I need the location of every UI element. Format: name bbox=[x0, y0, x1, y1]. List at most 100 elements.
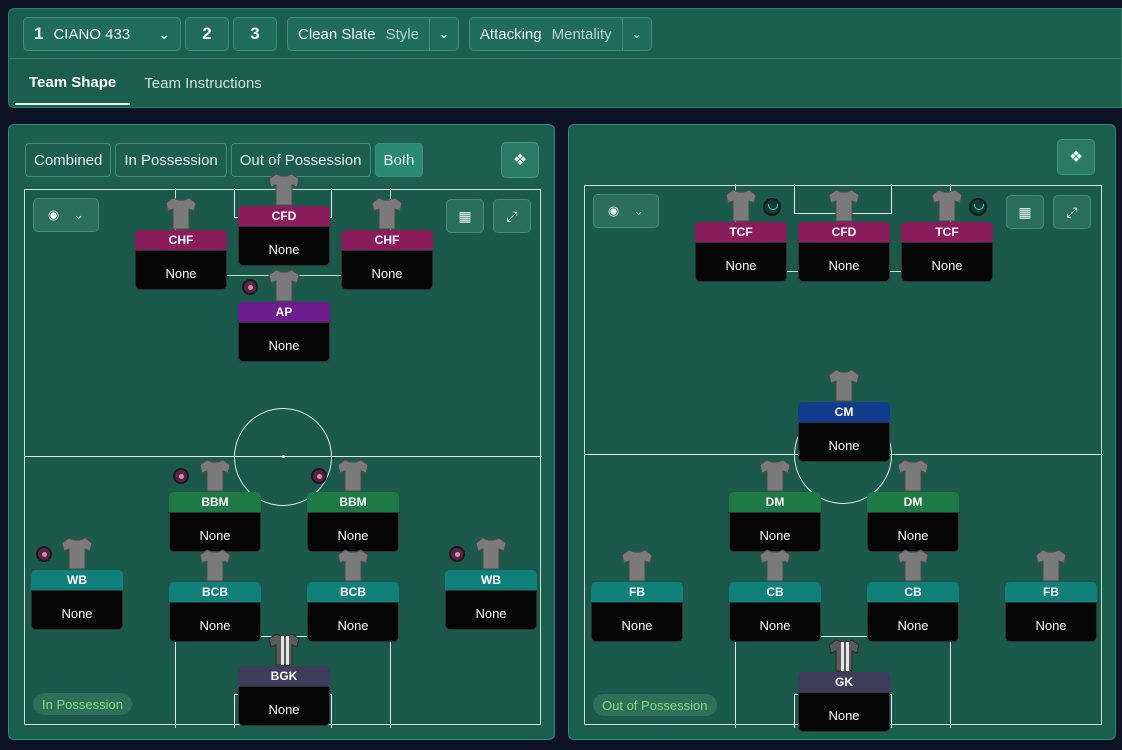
player-card-gk[interactable]: GK None bbox=[798, 639, 890, 732]
duty-indicator-icon bbox=[969, 198, 987, 216]
role-label: AP bbox=[238, 302, 330, 322]
player-card-cb-left[interactable]: CB None bbox=[729, 549, 821, 642]
shirt-icon bbox=[725, 189, 757, 222]
player-name: None bbox=[867, 512, 959, 552]
phase-badge-in-possession: In Possession bbox=[33, 693, 132, 715]
role-label: BBM bbox=[169, 492, 261, 512]
role-label: BBM bbox=[307, 492, 399, 512]
view-mode-bar: Combined In Possession Out of Possession… bbox=[25, 143, 424, 177]
goalkeeper-shirt-icon bbox=[828, 639, 860, 672]
player-name: None bbox=[729, 512, 821, 552]
player-card-ap[interactable]: AP None bbox=[238, 269, 330, 362]
role-label: CHF bbox=[341, 230, 433, 250]
grid-view-icon[interactable]: ▦ bbox=[1006, 195, 1044, 229]
player-name: None bbox=[591, 602, 683, 642]
style-dropdown[interactable]: Clean Slate Style ⌄ bbox=[287, 17, 459, 51]
player-card-cfd[interactable]: CFD None bbox=[238, 173, 330, 266]
player-card-fb-left[interactable]: FB None bbox=[591, 549, 683, 642]
player-card-fb-right[interactable]: FB None bbox=[1005, 549, 1097, 642]
player-name: None bbox=[798, 692, 890, 732]
role-label: TCF bbox=[901, 222, 993, 242]
goalkeeper-shirt-icon bbox=[268, 633, 300, 666]
eye-icon: ◉ bbox=[47, 207, 60, 222]
duty-indicator-icon bbox=[763, 198, 781, 216]
mode-in-possession-button[interactable]: In Possession bbox=[115, 143, 227, 177]
mode-combined-button[interactable]: Combined bbox=[25, 143, 112, 177]
visibility-toggle[interactable]: ◉ ⌄ bbox=[593, 194, 659, 228]
shirt-icon bbox=[199, 459, 231, 492]
tactic-slot-2-button[interactable]: 2 bbox=[185, 17, 229, 51]
role-label: WB bbox=[445, 570, 537, 590]
tab-team-instructions[interactable]: Team Instructions bbox=[130, 61, 276, 105]
shirt-icon bbox=[371, 197, 403, 230]
player-name: None bbox=[798, 422, 890, 462]
tactic-tile-icon[interactable]: ❖ bbox=[1057, 139, 1095, 175]
shirt-icon bbox=[828, 189, 860, 222]
shirt-icon bbox=[621, 549, 653, 582]
chevron-down-icon: ⌄ bbox=[73, 207, 85, 222]
player-name: None bbox=[1005, 602, 1097, 642]
expand-icon[interactable]: ⤢ bbox=[493, 199, 531, 233]
role-label: CFD bbox=[238, 206, 330, 226]
shirt-icon bbox=[931, 189, 963, 222]
tactic-slot-1-number: 1 bbox=[34, 24, 44, 43]
shirt-icon bbox=[199, 549, 231, 582]
player-card-bcb-right[interactable]: BCB None bbox=[307, 549, 399, 642]
player-card-dm-right[interactable]: DM None bbox=[867, 459, 959, 552]
expand-icon[interactable]: ⤢ bbox=[1053, 195, 1091, 229]
player-card-tcf-left[interactable]: TCF None bbox=[695, 189, 787, 282]
mode-both-button[interactable]: Both bbox=[374, 143, 424, 177]
player-name: None bbox=[238, 226, 330, 266]
player-name: None bbox=[798, 242, 890, 282]
tactic-header: 1 CIANO 433 ⌄ 2 3 Clean Slate Style ⌄ At… bbox=[8, 8, 1122, 108]
player-card-wb-left[interactable]: WB None bbox=[31, 537, 123, 630]
shirt-icon bbox=[897, 549, 929, 582]
shirt-icon bbox=[61, 537, 93, 570]
player-card-dm-left[interactable]: DM None bbox=[729, 459, 821, 552]
role-label: FB bbox=[1005, 582, 1097, 602]
pitch-out-of-possession: ◉ ⌄ ▦ ⤢ Out of Possession TCF None CFD N… bbox=[584, 184, 1103, 732]
player-card-bgk[interactable]: BGK None bbox=[238, 633, 330, 726]
role-label: FB bbox=[591, 582, 683, 602]
shirt-icon bbox=[337, 549, 369, 582]
shirt-icon bbox=[165, 197, 197, 230]
role-label: DM bbox=[867, 492, 959, 512]
player-card-chf-left[interactable]: CHF None bbox=[135, 197, 227, 290]
shirt-icon bbox=[759, 459, 791, 492]
grid-view-icon[interactable]: ▦ bbox=[446, 199, 484, 233]
role-label: CFD bbox=[798, 222, 890, 242]
tab-team-shape[interactable]: Team Shape bbox=[15, 61, 131, 105]
player-card-cm[interactable]: CM None bbox=[798, 369, 890, 462]
player-card-bbm-right[interactable]: BBM None bbox=[307, 459, 399, 552]
player-name: None bbox=[169, 602, 261, 642]
player-card-tcf-right[interactable]: TCF None bbox=[901, 189, 993, 282]
player-name: None bbox=[867, 602, 959, 642]
mentality-dropdown[interactable]: Attacking Mentality ⌄ bbox=[468, 17, 652, 51]
player-card-bcb-left[interactable]: BCB None bbox=[169, 549, 261, 642]
chevron-down-icon: ⌄ bbox=[633, 203, 645, 218]
role-label: CB bbox=[867, 582, 959, 602]
shirt-icon bbox=[337, 459, 369, 492]
player-name: None bbox=[31, 590, 123, 630]
player-card-cfd[interactable]: CFD None bbox=[798, 189, 890, 282]
mentality-value: Attacking bbox=[479, 25, 542, 43]
player-card-cb-right[interactable]: CB None bbox=[867, 549, 959, 642]
shirt-icon bbox=[268, 269, 300, 302]
shirt-icon bbox=[475, 537, 507, 570]
role-label: CHF bbox=[135, 230, 227, 250]
tactic-slot-1-dropdown[interactable]: 1 CIANO 433 ⌄ bbox=[23, 17, 181, 51]
in-possession-panel: Combined In Possession Out of Possession… bbox=[8, 124, 555, 740]
chevron-down-icon[interactable]: ⌄ bbox=[621, 18, 651, 50]
tactic-selector-row: 1 CIANO 433 ⌄ 2 3 Clean Slate Style ⌄ At… bbox=[23, 17, 652, 53]
style-value: Clean Slate bbox=[298, 25, 376, 43]
visibility-toggle[interactable]: ◉ ⌄ bbox=[33, 198, 99, 232]
player-card-wb-right[interactable]: WB None bbox=[445, 537, 537, 630]
centre-spot bbox=[282, 455, 285, 458]
player-card-bbm-left[interactable]: BBM None bbox=[169, 459, 261, 552]
tactic-slot-3-button[interactable]: 3 bbox=[233, 17, 277, 51]
player-name: None bbox=[341, 250, 433, 290]
chevron-down-icon[interactable]: ⌄ bbox=[428, 18, 458, 50]
role-label: DM bbox=[729, 492, 821, 512]
tactic-tile-icon[interactable]: ❖ bbox=[501, 142, 539, 178]
player-card-chf-right[interactable]: CHF None bbox=[341, 197, 433, 290]
